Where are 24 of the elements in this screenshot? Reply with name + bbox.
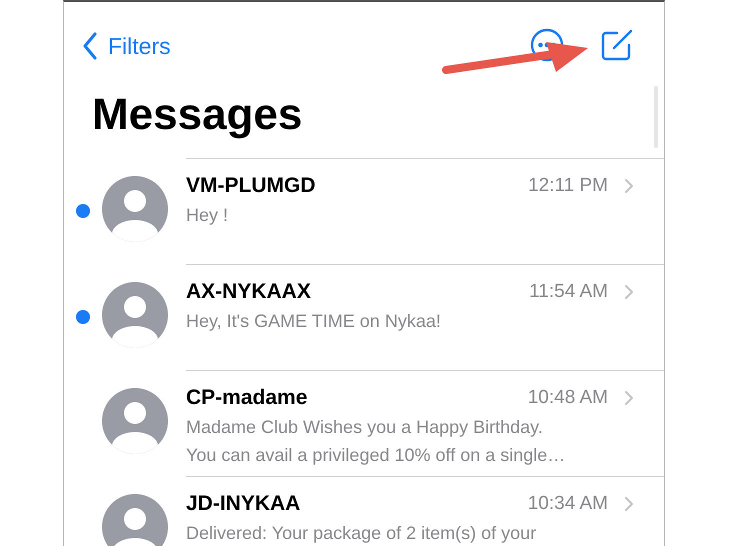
message-preview: You can avail a privileged 10% off on a single… (186, 444, 566, 467)
chevron-icon (624, 284, 634, 300)
contact-name: CP-madame (186, 386, 308, 410)
message-time: 10:34 AM (528, 493, 608, 515)
back-chevron-icon (82, 32, 98, 60)
chevron-icon (624, 178, 634, 194)
message-time: 11:54 AM (529, 281, 608, 303)
compose-icon[interactable] (600, 28, 634, 62)
message-preview: Hey, It's GAME TIME on Nykaa! (186, 310, 442, 333)
message-time: 10:48 AM (528, 387, 608, 409)
chevron-icon (624, 496, 634, 512)
chevron-icon (624, 390, 634, 406)
message-time: 12:11 PM (528, 175, 608, 197)
contact-name: JD-INYKAA (186, 492, 302, 516)
back-button[interactable]: Filters (82, 32, 171, 60)
contact-name: VM-PLUMGD (186, 174, 316, 198)
avatar-icon (102, 282, 168, 348)
page-title: Messages (91, 90, 304, 141)
message-preview: Delivered: Your package of 2 item(s) of your (186, 522, 538, 545)
contact-name: AX-NYKAAX (186, 280, 312, 304)
avatar-icon (102, 176, 168, 242)
avatar-icon (102, 388, 168, 454)
message-preview: Hey ! (186, 204, 230, 227)
message-preview: Madame Club Wishes you a Happy Birthday. (186, 416, 544, 439)
